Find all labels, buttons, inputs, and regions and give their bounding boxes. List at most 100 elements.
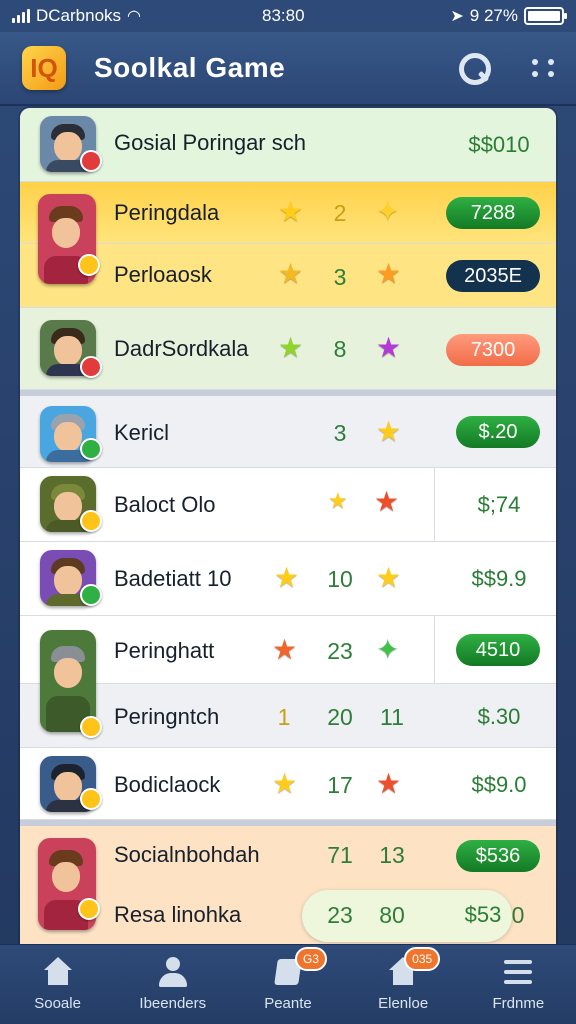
player-level: 10	[327, 566, 353, 592]
player-level: 8	[333, 336, 347, 362]
nav-item-home-2[interactable]: 035 Elenloe	[348, 947, 458, 1012]
list-item[interactable]: Peringntch 1 20 11 $.30	[20, 684, 556, 748]
player-level: 20	[327, 704, 353, 730]
column-divider	[434, 616, 435, 684]
list-item[interactable]: Resa linohka 23 80 $53 0	[20, 884, 556, 944]
player-extra: 0	[511, 902, 525, 928]
player-name: Socialnbohdah	[114, 842, 260, 867]
sparkle-star-icon: ✦	[376, 196, 400, 227]
player-name: Badetiatt 10	[114, 566, 232, 591]
list-item[interactable]: Peringhatt ★ 23 ✦ 4510	[20, 616, 556, 684]
notification-badge: 035	[404, 947, 441, 971]
player-level: 3	[333, 264, 347, 290]
nav-item-menu[interactable]: Frdnme	[463, 957, 573, 1012]
player-name: Resa linohka	[114, 902, 242, 927]
nav-label: Peante	[264, 995, 312, 1012]
location-icon: ➤	[450, 8, 464, 25]
battery-label: 9 27%	[469, 6, 518, 25]
star-icon: ★	[328, 488, 348, 513]
coin-icon	[80, 716, 102, 738]
more-icon[interactable]	[532, 59, 554, 77]
clock: 83:80	[262, 6, 305, 25]
score-badge: 7288	[446, 197, 540, 229]
list-item[interactable]: Gosial Poringar sch $$010	[20, 108, 556, 182]
player-level: 17	[327, 772, 353, 798]
player-stars: 80	[379, 902, 405, 928]
green-star-icon: ★	[278, 332, 304, 363]
player-name: Baloct Olo	[114, 492, 216, 517]
leaderboard-list: Gosial Poringar sch $$010 Peringdala ★ 2…	[20, 108, 556, 944]
player-stars: 13	[379, 842, 405, 868]
menu-icon	[501, 957, 535, 987]
nav-label: Ibeenders	[139, 995, 207, 1012]
player-name: Peringntch	[114, 704, 220, 729]
purple-star-icon: ★	[376, 332, 402, 363]
player-name: Peringdala	[114, 200, 220, 225]
player-name: DadrSordkala	[114, 336, 249, 361]
carrier-label: DCarbnoks	[36, 6, 122, 25]
nav-label: Frdnme	[492, 995, 545, 1012]
player-name: Gosial Poringar sch	[114, 130, 306, 155]
star-icon: ★	[272, 768, 298, 799]
app-logo-icon[interactable]: IQ	[22, 46, 66, 90]
list-item[interactable]: Perloaosk ★ 3 ★ 2035E	[20, 244, 556, 308]
status-dot-icon	[80, 584, 102, 606]
status-bar: DCarbnoks ◠ 83:80 ➤ 9 27%	[0, 0, 576, 32]
star-icon: ★	[376, 562, 402, 593]
coin-icon	[80, 510, 102, 532]
wifi-icon: ◠	[127, 8, 142, 25]
status-dot-icon	[80, 150, 102, 172]
notification-badge: G3	[294, 947, 327, 971]
score-badge: 2035E	[446, 260, 540, 292]
player-level: 3	[333, 420, 347, 446]
player-score: $;74	[477, 492, 521, 517]
list-item[interactable]: Socialnbohdah 71 13 $536	[20, 826, 556, 884]
nav-item-document[interactable]: G3 Peante	[233, 947, 343, 1012]
status-dot-icon	[80, 438, 102, 460]
list-item[interactable]: Bodiclaock ★ 17 ★ $$9.0	[20, 748, 556, 820]
coin-icon	[80, 788, 102, 810]
bottom-nav: Sooale Ibeenders G3 Peante 035 Elenloe F…	[0, 944, 576, 1024]
player-level: 23	[327, 902, 353, 928]
player-score: $$010	[468, 132, 530, 157]
signal-icon	[12, 9, 30, 23]
score-badge: 7300	[446, 334, 540, 366]
list-item[interactable]: Badetiatt 10 ★ 10 ★ $$9.9	[20, 542, 556, 616]
red-star-icon: ★	[374, 486, 400, 517]
nav-item-home[interactable]: Sooale	[3, 957, 113, 1012]
orange-star-icon: ★	[376, 258, 402, 289]
page-title: Soolkal Game	[94, 52, 286, 83]
score-badge: $.20	[456, 416, 540, 448]
player-name: Kericl	[114, 420, 170, 445]
home-icon	[41, 957, 75, 987]
star-icon: ★	[376, 416, 402, 447]
battery-icon	[524, 7, 567, 25]
player-name: Bodiclaock	[114, 772, 221, 797]
player-level: 23	[327, 638, 353, 664]
user-icon	[156, 957, 190, 987]
player-level: 71	[327, 842, 353, 868]
status-dot-icon	[80, 356, 102, 378]
column-divider	[434, 468, 435, 542]
score-badge: 4510	[456, 634, 540, 666]
player-name: Peringhatt	[114, 638, 215, 663]
list-item[interactable]: Kericl 3 ★ $.20	[20, 396, 556, 468]
star-icon: ★	[278, 196, 304, 227]
player-score: $$9.0	[471, 772, 527, 797]
green-star-icon: ✦	[376, 634, 400, 665]
star-icon: ★	[274, 562, 300, 593]
list-item[interactable]: Baloct Olo ★ ★ $;74	[20, 468, 556, 542]
nav-item-leaders[interactable]: Ibeenders	[118, 957, 228, 1012]
player-score: $$9.9	[471, 566, 527, 591]
player-level: 2	[333, 200, 347, 226]
list-item[interactable]: DadrSordkala ★ 8 ★ 7300	[20, 308, 556, 390]
score-badge: $536	[456, 840, 540, 872]
player-score: $.30	[477, 704, 521, 729]
search-icon[interactable]	[456, 51, 491, 85]
face-star-icon: ★	[278, 258, 304, 289]
nav-label: Elenloe	[378, 995, 429, 1012]
nav-label: Sooale	[34, 995, 81, 1012]
coin-icon	[78, 898, 100, 920]
list-item[interactable]: Peringdala ★ 2 ✦ 7288	[20, 182, 556, 244]
red-star-icon: ★	[376, 768, 402, 799]
